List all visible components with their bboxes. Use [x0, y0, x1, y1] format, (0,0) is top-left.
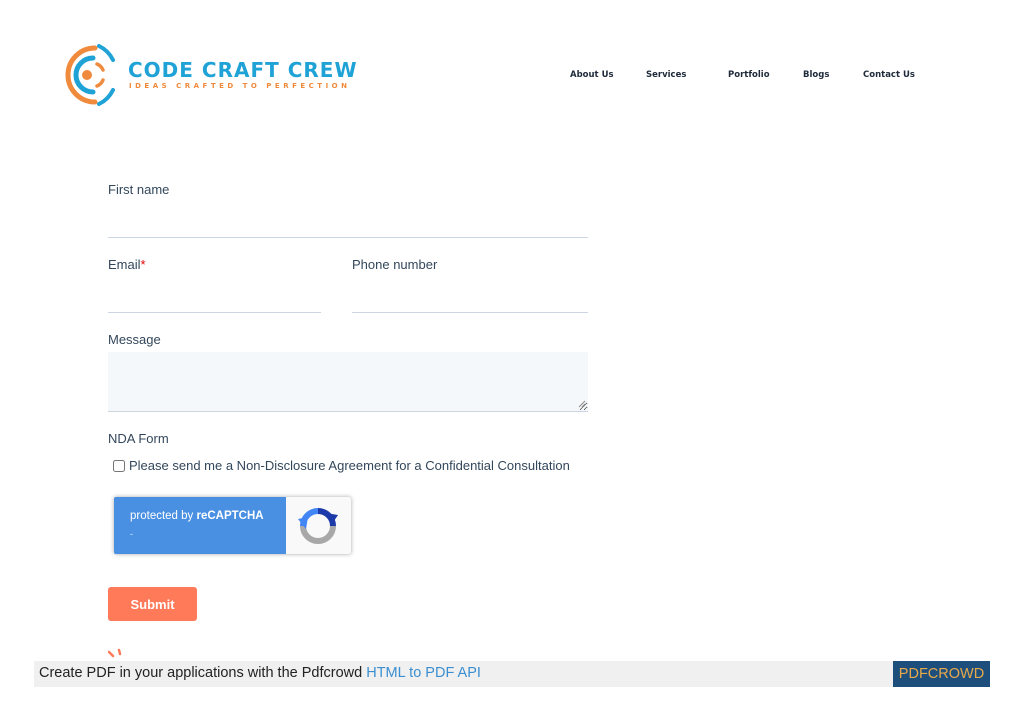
code-craft-crew-logo-icon [65, 44, 115, 106]
first-name-label: First name [108, 182, 170, 197]
recaptcha-text: protected by reCAPTCHA [130, 510, 264, 522]
recaptcha-badge[interactable]: protected by reCAPTCHA - [114, 497, 351, 554]
nda-checkbox-label[interactable]: Please send me a Non-Disclosure Agreemen… [129, 458, 570, 473]
pdfcrowd-text: Create PDF in your applications with the… [39, 665, 367, 681]
hubspot-sprocket-icon [108, 648, 122, 658]
first-name-input[interactable] [108, 210, 588, 238]
nav-portfolio[interactable]: Portfolio [728, 70, 770, 80]
email-label: Email* [108, 257, 146, 272]
pdfcrowd-banner: Create PDF in your applications with the… [34, 661, 990, 687]
email-input[interactable] [108, 285, 321, 313]
nda-checkbox-row[interactable]: Please send me a Non-Disclosure Agreemen… [113, 458, 570, 473]
pdfcrowd-brand-button[interactable]: PDFCROWD [893, 661, 990, 687]
recaptcha-brand: reCAPTCHA [196, 510, 264, 522]
pdfcrowd-banner-text: Create PDF in your applications with the… [39, 665, 481, 681]
pdfcrowd-api-link[interactable]: HTML to PDF API [366, 665, 481, 681]
nav-contact-us[interactable]: Contact Us [863, 70, 915, 80]
phone-label: Phone number [352, 257, 438, 272]
nda-checkbox[interactable] [113, 459, 125, 472]
brand-name: CODE CRAFT CREW [128, 58, 358, 82]
phone-input[interactable] [352, 285, 588, 313]
submit-button[interactable]: Submit [108, 587, 197, 621]
brand-tagline: IDEAS CRAFTED TO PERFECTION [129, 82, 351, 90]
recaptcha-prefix: protected by [130, 510, 197, 522]
nav-blogs[interactable]: Blogs [803, 70, 829, 80]
message-textarea[interactable] [108, 352, 588, 412]
recaptcha-icon [298, 508, 338, 544]
message-label: Message [108, 332, 161, 347]
required-asterisk: * [140, 257, 146, 272]
email-label-text: Email [108, 257, 141, 272]
resize-handle-icon[interactable] [578, 400, 586, 408]
nav-about-us[interactable]: About Us [570, 70, 614, 80]
nav-services[interactable]: Services [646, 70, 686, 80]
site-logo[interactable]: CODE CRAFT CREW IDEAS CRAFTED TO PERFECT… [55, 42, 357, 112]
recaptcha-logo-box [286, 497, 351, 554]
recaptcha-links[interactable]: - [130, 529, 133, 539]
nda-form-label: NDA Form [108, 431, 169, 446]
